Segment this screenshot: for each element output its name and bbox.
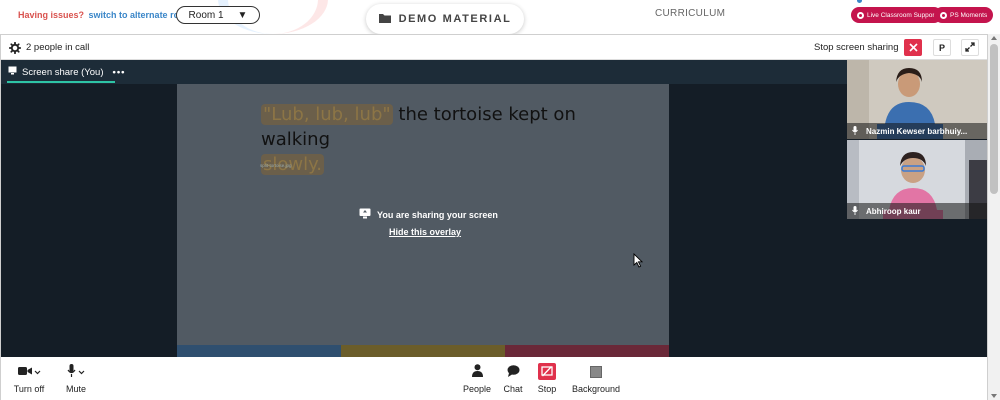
ps-moments-label: PS Moments bbox=[950, 11, 988, 19]
turn-off-camera-button[interactable]: Turn off bbox=[9, 357, 49, 400]
scroll-down-icon[interactable] bbox=[991, 394, 997, 398]
chevron-down-icon[interactable] bbox=[78, 367, 85, 377]
shared-screen: "Lub, lub, lub" the tortoise kept on wal… bbox=[177, 84, 669, 357]
participant-name: Nazmin Kewser barbhuiy... bbox=[866, 126, 968, 136]
call-header: 2 people in call Stop screen sharing P bbox=[1, 35, 987, 60]
top-bar: Having issues? switch to alternate room … bbox=[0, 0, 1000, 34]
pip-button[interactable]: P bbox=[933, 39, 951, 56]
fullscreen-button[interactable] bbox=[961, 39, 979, 56]
chevron-down-icon[interactable] bbox=[34, 367, 41, 377]
scroll-thumb[interactable] bbox=[990, 44, 998, 194]
indicator-dot bbox=[857, 0, 862, 3]
slide-text: "Lub, lub, lub" the tortoise kept on wal… bbox=[261, 102, 631, 177]
background-label: Background bbox=[571, 383, 621, 394]
page-scrollbar[interactable] bbox=[988, 34, 1000, 400]
issues-text: Having issues? bbox=[18, 10, 85, 20]
scroll-up-icon[interactable] bbox=[991, 36, 997, 40]
microphone-icon bbox=[852, 125, 858, 137]
stop-sharing-button[interactable] bbox=[904, 39, 922, 56]
microphone-icon bbox=[67, 364, 76, 379]
support-icon bbox=[857, 11, 864, 19]
participant-name-bar: Abhiroop kaur bbox=[847, 203, 987, 219]
participant-tile[interactable]: Nazmin Kewser barbhuiy... bbox=[847, 60, 987, 139]
screen-share-tab-label: Screen share (You) bbox=[22, 66, 104, 78]
chat-button[interactable]: Chat bbox=[498, 357, 528, 400]
sharing-overlay-message: You are sharing your screen bbox=[359, 208, 498, 221]
broken-image-alt: split-tortoise.jpg bbox=[260, 163, 292, 168]
screen-share-icon bbox=[359, 208, 371, 221]
person-icon bbox=[471, 364, 483, 379]
slide-strip-blue bbox=[177, 345, 341, 357]
live-support-label: Live Classroom Support bbox=[867, 11, 937, 19]
background-button[interactable]: Background bbox=[567, 357, 625, 400]
gear-icon[interactable] bbox=[8, 41, 22, 59]
screen-share-icon bbox=[8, 66, 17, 78]
stop-share-icon bbox=[538, 363, 556, 380]
chat-icon bbox=[507, 364, 520, 379]
slide-quote: "Lub, lub, lub" bbox=[261, 104, 393, 125]
live-support-button[interactable]: Live Classroom Support bbox=[851, 7, 943, 23]
people-label: People bbox=[462, 383, 492, 394]
background-icon bbox=[590, 365, 602, 378]
mute-label: Mute bbox=[65, 383, 86, 394]
folder-icon bbox=[378, 13, 391, 26]
mouse-cursor-icon bbox=[633, 252, 644, 273]
stop-share-button[interactable]: Stop bbox=[533, 357, 561, 400]
tab-curriculum[interactable]: CURRICULUM bbox=[655, 8, 725, 19]
room-select[interactable]: Room 1 ▼ bbox=[176, 6, 260, 24]
active-tab-indicator bbox=[7, 81, 115, 83]
tab-demo-material[interactable]: DEMO MATERIAL bbox=[366, 4, 524, 34]
meeting-controls: Turn off Mute People Chat Stop Backgroun… bbox=[1, 357, 987, 400]
slide-strip-red bbox=[505, 345, 669, 357]
meeting-frame: 2 people in call Stop screen sharing P S… bbox=[0, 34, 988, 400]
turn-off-label: Turn off bbox=[13, 383, 45, 394]
hide-overlay-link[interactable]: Hide this overlay bbox=[389, 227, 461, 237]
mute-button[interactable]: Mute bbox=[59, 357, 93, 400]
participant-name-bar: Nazmin Kewser barbhuiy... bbox=[847, 123, 987, 139]
sharing-overlay-text: You are sharing your screen bbox=[377, 209, 498, 220]
camera-icon bbox=[17, 366, 32, 378]
ps-moments-button[interactable]: PS Moments bbox=[934, 7, 994, 23]
expand-icon bbox=[965, 39, 975, 57]
participant-name: Abhiroop kaur bbox=[866, 206, 921, 216]
participant-tile[interactable]: Abhiroop kaur bbox=[847, 140, 987, 219]
caret-down-icon: ▼ bbox=[237, 9, 248, 21]
close-icon bbox=[908, 39, 918, 57]
more-options-icon[interactable]: ••• bbox=[113, 67, 126, 78]
demo-tab-label: DEMO MATERIAL bbox=[398, 13, 512, 25]
chat-label: Chat bbox=[503, 383, 523, 394]
stop-screen-sharing-label[interactable]: Stop screen sharing bbox=[814, 42, 899, 53]
people-button[interactable]: People bbox=[461, 357, 493, 400]
slide-strip-yellow bbox=[341, 345, 505, 357]
people-count: 2 people in call bbox=[26, 42, 90, 53]
video-stage: Screen share (You) ••• "Lub, lub, lub" t… bbox=[1, 60, 987, 357]
issues-notice: Having issues? switch to alternate room bbox=[18, 10, 193, 20]
moments-icon bbox=[940, 11, 947, 19]
share-tab-bar: Screen share (You) ••• bbox=[1, 60, 847, 84]
microphone-icon bbox=[852, 205, 858, 217]
stop-label: Stop bbox=[537, 383, 557, 394]
room-select-value: Room 1 bbox=[188, 9, 224, 21]
